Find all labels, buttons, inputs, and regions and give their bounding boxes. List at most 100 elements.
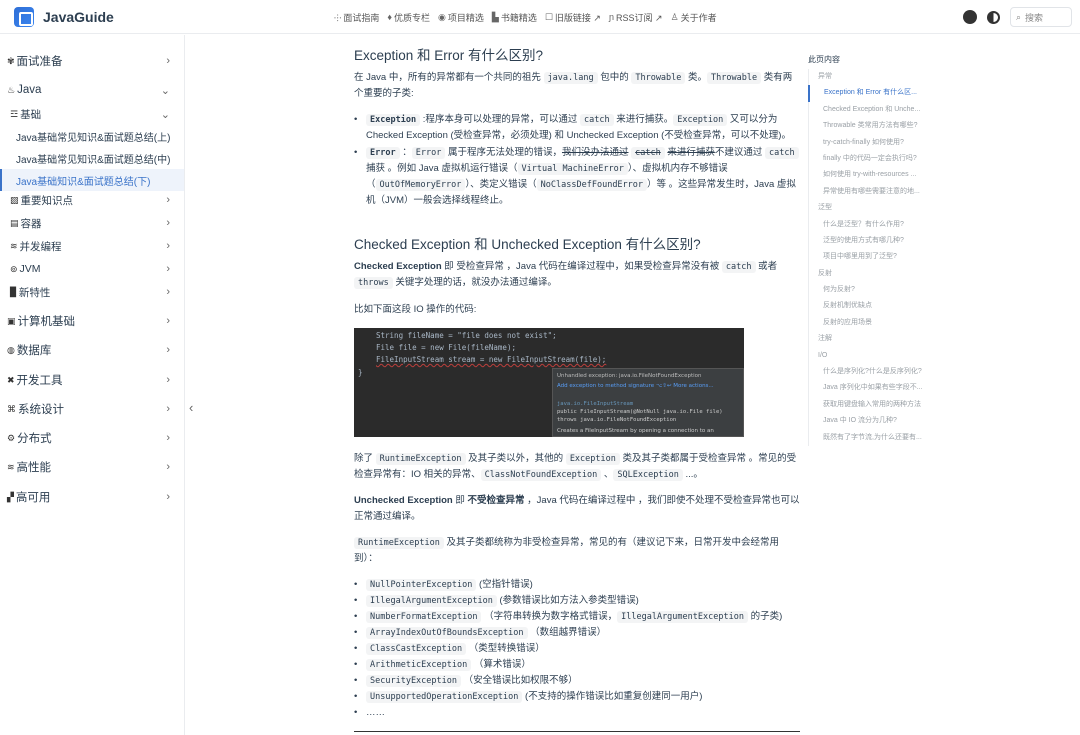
inline-code: ArrayIndexOutOfBoundsException (366, 627, 528, 639)
toc-item[interactable]: 既然有了字节流,为什么还要有... (809, 430, 940, 446)
ide-tooltip-popup: Unhandled exception: java.io.FileNotFoun… (552, 368, 744, 437)
top-navbar: JavaGuide ⸭ 面试指南 ♦ 优质专栏 ◉ 项目精选 ▙ 书籍精选 ☐ 旧版链接 … (0, 0, 1080, 34)
feature-icon: ▉ (10, 286, 17, 297)
toc-item[interactable]: 注解 (809, 331, 940, 347)
sidebar-item-label: 数据库 (16, 345, 52, 357)
nav-link-columns[interactable]: ♦ 优质专栏 (387, 11, 430, 24)
toc-item[interactable]: 异常使用有哪些需要注意的地... (809, 184, 940, 200)
nav-link-about[interactable]: ♙ 关于作者 (671, 11, 717, 24)
toc-item[interactable]: 反射 (809, 266, 940, 282)
theme-toggle-icon[interactable] (987, 10, 1000, 24)
sidebar-item-basics-part3[interactable]: Java基础知识&面试题总结(下) (0, 169, 184, 191)
chevron-right-icon: › (166, 432, 170, 444)
sidebar-item-containers[interactable]: ▤ 容器 › (0, 212, 184, 234)
sidebar-item-cs-basics[interactable]: ▣ 计算机基础 › (0, 310, 184, 332)
nav-right: ⌕ 搜索 (963, 0, 1072, 34)
toc-item[interactable]: 什么是序列化?什么是反序列化? (809, 364, 940, 380)
toc-item[interactable]: finally 中的代码一定会执行吗? (809, 151, 940, 167)
toc-item[interactable]: Exception 和 Error 有什么区... (808, 85, 940, 102)
inline-code: ClassCastException (366, 643, 467, 655)
sidebar-item-distributed[interactable]: ⚙ 分布式 › (0, 427, 184, 449)
text: (参数错误比如方法入参类型错误) (499, 595, 639, 606)
popup-action[interactable]: Add exception to method signature ⌥⇧↩ Mo… (557, 383, 714, 389)
nav-link-interview-guide[interactable]: ⸭ 面试指南 (334, 11, 379, 24)
nav-link-rss[interactable]: ɲ RSS订阅 ↗ (609, 11, 663, 24)
toc-item[interactable]: 反射机制优缺点 (809, 298, 940, 314)
sidebar-item-interview-prep[interactable]: ✾ 面试准备 › (0, 50, 184, 72)
jvm-icon: ⊚ (10, 263, 18, 274)
inline-code: Error (411, 147, 446, 159)
inline-code: SQLException (613, 469, 683, 481)
code-line: File file = new File(fileName); (376, 343, 516, 352)
chevron-right-icon: › (166, 217, 170, 229)
toc-item[interactable]: 项目中哪里用到了泛型? (809, 249, 940, 265)
sidebar-item-label: 高性能 (16, 462, 52, 474)
text: （安全错误比如权限不够） (463, 675, 578, 686)
list-item: ArithmeticException （算术错误） (354, 657, 800, 673)
nav-link-old-version[interactable]: ☐ 旧版链接 ↗ (545, 11, 601, 24)
toc-item[interactable]: Java 序列化中如果有些字段不... (809, 380, 940, 396)
runtime-exception-list: NullPointerException (空指针错误) IllegalArgu… (354, 577, 800, 721)
toc-item[interactable]: 异常 (809, 69, 940, 85)
code-line: FileInputStream stream = new FileInputSt… (376, 355, 606, 364)
brand[interactable]: JavaGuide (14, 6, 114, 27)
sidebar-item-label: 基础 (20, 108, 42, 121)
nav-link-books[interactable]: ▙ 书籍精选 (492, 11, 537, 24)
sidebar-item-new-features[interactable]: ▉ 新特性 › (0, 281, 184, 303)
text: 不建议通过 (714, 147, 766, 158)
toc-item[interactable]: 如何使用 try-with-resources ... (809, 167, 940, 183)
inline-code: RuntimeException (375, 453, 466, 465)
inline-code: catch (765, 147, 799, 159)
chevron-right-icon: › (166, 315, 170, 327)
toc-item[interactable]: I/O (809, 348, 940, 364)
sidebar-item-dev-tools[interactable]: ✖ 开发工具 › (0, 369, 184, 391)
sidebar-item-basics-part1[interactable]: Java基础常见知识&面试题总结(上) (0, 125, 184, 147)
inline-code: UnsupportedOperationException (366, 691, 523, 703)
toc-item[interactable]: 反射的应用场景 (809, 315, 940, 331)
sidebar-item-concurrency[interactable]: ≋ 并发编程 › (0, 235, 184, 257)
toc-item[interactable]: try-catch-finally 如何使用? (809, 135, 940, 151)
grid-icon: ▨ (10, 194, 19, 205)
toc-item[interactable]: 获取用键盘输入常用的两种方法 (809, 397, 940, 413)
toc-item[interactable]: 泛型的使用方式有哪几种? (809, 233, 940, 249)
sidebar-item-basics-part2[interactable]: Java基础常见知识&面试题总结(中) (0, 147, 184, 169)
text: ...。 (682, 469, 703, 480)
sidebar-item-label: 分布式 (17, 433, 52, 445)
sidebar-item-label: 高可用 (15, 492, 51, 504)
heading-checked-vs-unchecked: Checked Exception 和 Unchecked Exception … (354, 237, 701, 252)
toc-item[interactable]: Java 中 IO 流分为几种? (809, 413, 940, 429)
list-item-error: Error ：Error 属于程序无法处理的错误，我们没办法通过 catch 来… (354, 145, 800, 209)
sidebar-item-label: JVM (19, 263, 41, 275)
table-of-contents: 此页内容 异常 Exception 和 Error 有什么区... Checked … (808, 54, 940, 446)
sidebar-item-database[interactable]: ◍ 数据库 › (0, 339, 184, 361)
sidebar-collapse-icon[interactable]: ‹ (189, 400, 193, 415)
sidebar-item-java[interactable]: ♨ Java ⌄ (0, 79, 184, 101)
sidebar-item-system-design[interactable]: ⌘ 系统设计 › (0, 398, 184, 420)
list-item: NumberFormatException （字符串转换为数字格式错误，Ille… (354, 609, 800, 625)
sidebar-item-high-availability[interactable]: ▞ 高可用 › (0, 486, 184, 508)
github-icon[interactable] (963, 10, 977, 24)
inline-code: catch (721, 261, 756, 273)
search-input[interactable]: ⌕ 搜索 (1010, 7, 1072, 27)
toc-item[interactable]: Checked Exception 和 Unche... (809, 102, 940, 118)
list-item: SecurityException （安全错误比如权限不够） (354, 673, 800, 689)
sidebar-item-high-performance[interactable]: ≋ 高性能 › (0, 456, 184, 478)
toc-item[interactable]: 何为反射? (809, 282, 940, 298)
nav-link-label: RSS订阅 ↗ (615, 12, 663, 23)
tools-icon: ✖ (7, 374, 15, 385)
inline-code: Virtual MachineError (517, 163, 628, 175)
heading-exception-vs-error: Exception 和 Error 有什么区别? (354, 48, 544, 63)
sidebar-item-key-points[interactable]: ▨ 重要知识点 › (0, 189, 184, 211)
nav-link-projects[interactable]: ◉ 项目精选 (438, 11, 484, 24)
text: 关键字处理的话，就没办法通过编译。 (392, 277, 557, 288)
toc-item[interactable]: 泛型 (809, 200, 940, 216)
sidebar-item-basics[interactable]: ☲ 基础 ⌄ (0, 103, 184, 125)
toc-item[interactable]: 什么是泛型？有什么作用? (809, 217, 940, 233)
inline-code: SecurityException (366, 675, 461, 687)
inline-code: Exception (366, 114, 421, 126)
toc-item[interactable]: Throwable 类常用方法有哪些? (809, 118, 940, 134)
sidebar-item-jvm[interactable]: ⊚ JVM › (0, 258, 184, 280)
text: (空指针错误) (479, 579, 533, 590)
javaguide-logo-icon (14, 6, 34, 27)
search-placeholder: 搜索 (1025, 12, 1044, 23)
